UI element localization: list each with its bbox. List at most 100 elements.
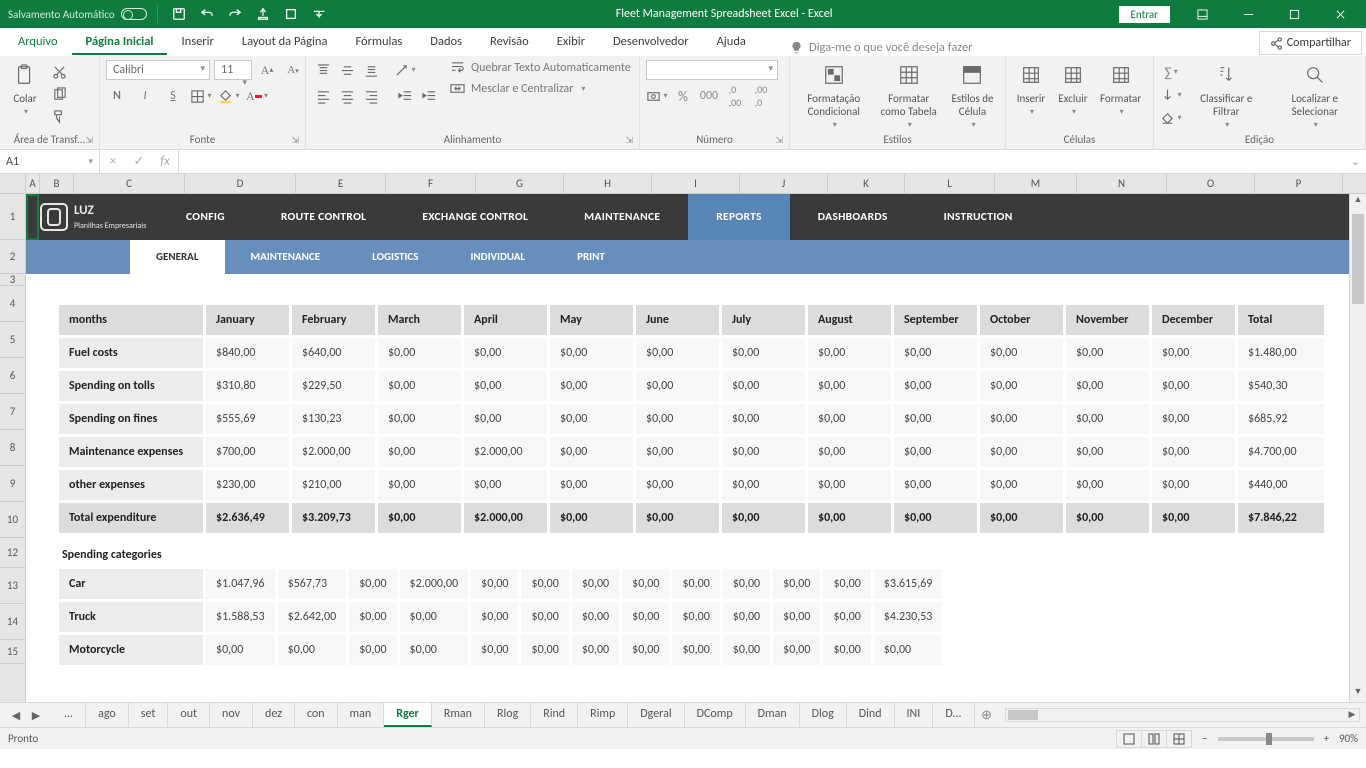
vertical-scrollbar[interactable]: ▲ ▼ <box>1349 194 1366 702</box>
font-name-select[interactable]: Calibri <box>106 60 210 80</box>
nav-item[interactable]: REPORTS <box>688 194 790 240</box>
col-header[interactable]: H <box>564 174 652 193</box>
accept-formula-icon[interactable]: ✓ <box>126 154 152 169</box>
sheet-tab[interactable]: Rger <box>384 703 432 727</box>
decrease-indent-icon[interactable] <box>394 86 416 106</box>
cut-icon[interactable] <box>48 62 70 82</box>
sheet-nav-next-icon[interactable]: ▶ <box>28 709 44 722</box>
tab-home[interactable]: Página Inicial <box>72 28 168 55</box>
subnav-item[interactable]: GENERAL <box>130 240 225 274</box>
sheet-tab[interactable]: Dind <box>847 703 895 727</box>
sheet-tab[interactable]: ... <box>52 703 86 727</box>
font-color-icon[interactable]: A▾ <box>246 86 268 106</box>
sheet-tab[interactable]: con <box>295 703 338 727</box>
tab-developer[interactable]: Desenvolvedor <box>599 28 703 55</box>
sheet-tab[interactable]: Rman <box>432 703 485 727</box>
tab-layout[interactable]: Layout da Página <box>228 28 342 55</box>
subnav-item[interactable]: LOGISTICS <box>346 240 444 274</box>
maximize-icon[interactable] <box>1272 0 1316 28</box>
align-bottom-icon[interactable] <box>360 60 382 80</box>
sheet-tab[interactable]: ago <box>86 703 129 727</box>
formula-input[interactable] <box>179 150 1366 173</box>
sheet-tab[interactable]: DComp <box>685 703 746 727</box>
col-header[interactable]: L <box>905 174 995 193</box>
sheet-nav-prev-icon[interactable]: ◀ <box>8 709 24 722</box>
name-box[interactable]: A1 <box>0 150 100 173</box>
col-header[interactable]: J <box>740 174 828 193</box>
nav-item[interactable]: CONFIG <box>158 194 253 240</box>
row-header[interactable]: 7 <box>0 394 25 430</box>
comma-icon[interactable]: 000 <box>698 86 720 106</box>
tab-help[interactable]: Ajuda <box>703 28 760 55</box>
format-as-table-button[interactable]: Formatar como Tabela▾ <box>873 60 944 130</box>
increase-indent-icon[interactable] <box>418 86 440 106</box>
view-page-break-icon[interactable] <box>1166 730 1192 748</box>
borders-icon[interactable]: ▾ <box>190 86 212 106</box>
col-header[interactable]: N <box>1077 174 1167 193</box>
select-all-corner[interactable] <box>0 174 26 193</box>
tab-file[interactable]: Arquivo <box>4 28 72 55</box>
sheet-tab[interactable]: nov <box>210 703 253 727</box>
row-header[interactable]: 8 <box>0 430 25 466</box>
ribbon-options-icon[interactable] <box>1180 0 1224 28</box>
row-header[interactable]: 12 <box>0 538 25 568</box>
tab-view[interactable]: Exibir <box>543 28 599 55</box>
subnav-item[interactable]: INDIVIDUAL <box>444 240 551 274</box>
bold-icon[interactable]: N <box>106 86 128 106</box>
sheet-tab[interactable]: Dgeral <box>628 703 684 727</box>
qat-more-icon[interactable] <box>308 3 330 25</box>
sheet-tab[interactable]: Dlog <box>800 703 847 727</box>
save-icon[interactable] <box>168 3 190 25</box>
share-button[interactable]: Compartilhar <box>1259 31 1362 55</box>
undo-icon[interactable] <box>196 3 218 25</box>
delete-cells-button[interactable]: Excluir▾ <box>1054 60 1092 117</box>
tab-review[interactable]: Revisão <box>476 28 543 55</box>
underline-icon[interactable]: S <box>162 86 184 106</box>
zoom-in-icon[interactable]: + <box>1324 732 1329 745</box>
fill-icon[interactable]: ▾ <box>1160 85 1182 105</box>
row-header[interactable]: 10 <box>0 502 25 538</box>
align-left-icon[interactable] <box>312 86 334 106</box>
number-format-select[interactable] <box>646 60 778 80</box>
tab-data[interactable]: Dados <box>416 28 476 55</box>
autosum-icon[interactable]: ∑▾ <box>1160 62 1182 82</box>
row-header[interactable]: 9 <box>0 466 25 502</box>
sheet-tab[interactable]: set <box>129 703 169 727</box>
percent-icon[interactable]: % <box>672 86 694 106</box>
view-normal-icon[interactable] <box>1116 730 1142 748</box>
copy-icon[interactable] <box>48 84 70 104</box>
redo-icon[interactable] <box>224 3 246 25</box>
row-header[interactable]: 5 <box>0 322 25 358</box>
cancel-formula-icon[interactable]: × <box>100 154 126 169</box>
print-preview-icon[interactable] <box>280 3 302 25</box>
touch-mode-icon[interactable] <box>252 3 274 25</box>
row-header[interactable]: 4 <box>0 286 25 322</box>
nav-item[interactable]: INSTRUCTION <box>916 194 1041 240</box>
insert-cells-button[interactable]: Inserir▾ <box>1012 60 1050 117</box>
sheet-tab[interactable]: dez <box>253 703 295 727</box>
row-header[interactable]: 13 <box>0 568 25 604</box>
orientation-icon[interactable]: ▾ <box>394 60 416 80</box>
row-header[interactable]: 14 <box>0 604 25 640</box>
wrap-text-button[interactable]: Quebrar Texto Automaticamente <box>450 60 631 75</box>
nav-item[interactable]: DASHBOARDS <box>790 194 916 240</box>
autosave-toggle[interactable]: Salvamento Automático <box>8 8 147 21</box>
tell-me-search[interactable]: Diga-me o que você deseja fazer <box>760 40 1259 55</box>
increase-font-icon[interactable]: A▴ <box>256 60 278 80</box>
sort-filter-button[interactable]: Classificar e Filtrar▾ <box>1188 60 1265 130</box>
sheet-tab[interactable]: Rind <box>531 703 578 727</box>
sheet-tab[interactable]: man <box>338 703 385 727</box>
col-header[interactable]: M <box>995 174 1077 193</box>
nav-item[interactable]: MAINTENANCE <box>556 194 688 240</box>
clear-icon[interactable]: ▾ <box>1160 108 1182 128</box>
conditional-formatting-button[interactable]: Formatação Condicional▾ <box>796 60 871 130</box>
row-header[interactable]: 2 <box>0 240 25 274</box>
fill-color-icon[interactable]: ▾ <box>218 86 240 106</box>
find-select-button[interactable]: Localizar e Selecionar▾ <box>1271 60 1359 130</box>
fx-icon[interactable]: fx <box>152 154 178 169</box>
paste-button[interactable]: Colar▾ <box>6 60 44 117</box>
col-header[interactable]: F <box>386 174 476 193</box>
nav-item[interactable]: EXCHANGE CONTROL <box>394 194 556 240</box>
col-header[interactable]: O <box>1167 174 1255 193</box>
cell-styles-button[interactable]: Estilos de Célula▾ <box>946 60 999 130</box>
